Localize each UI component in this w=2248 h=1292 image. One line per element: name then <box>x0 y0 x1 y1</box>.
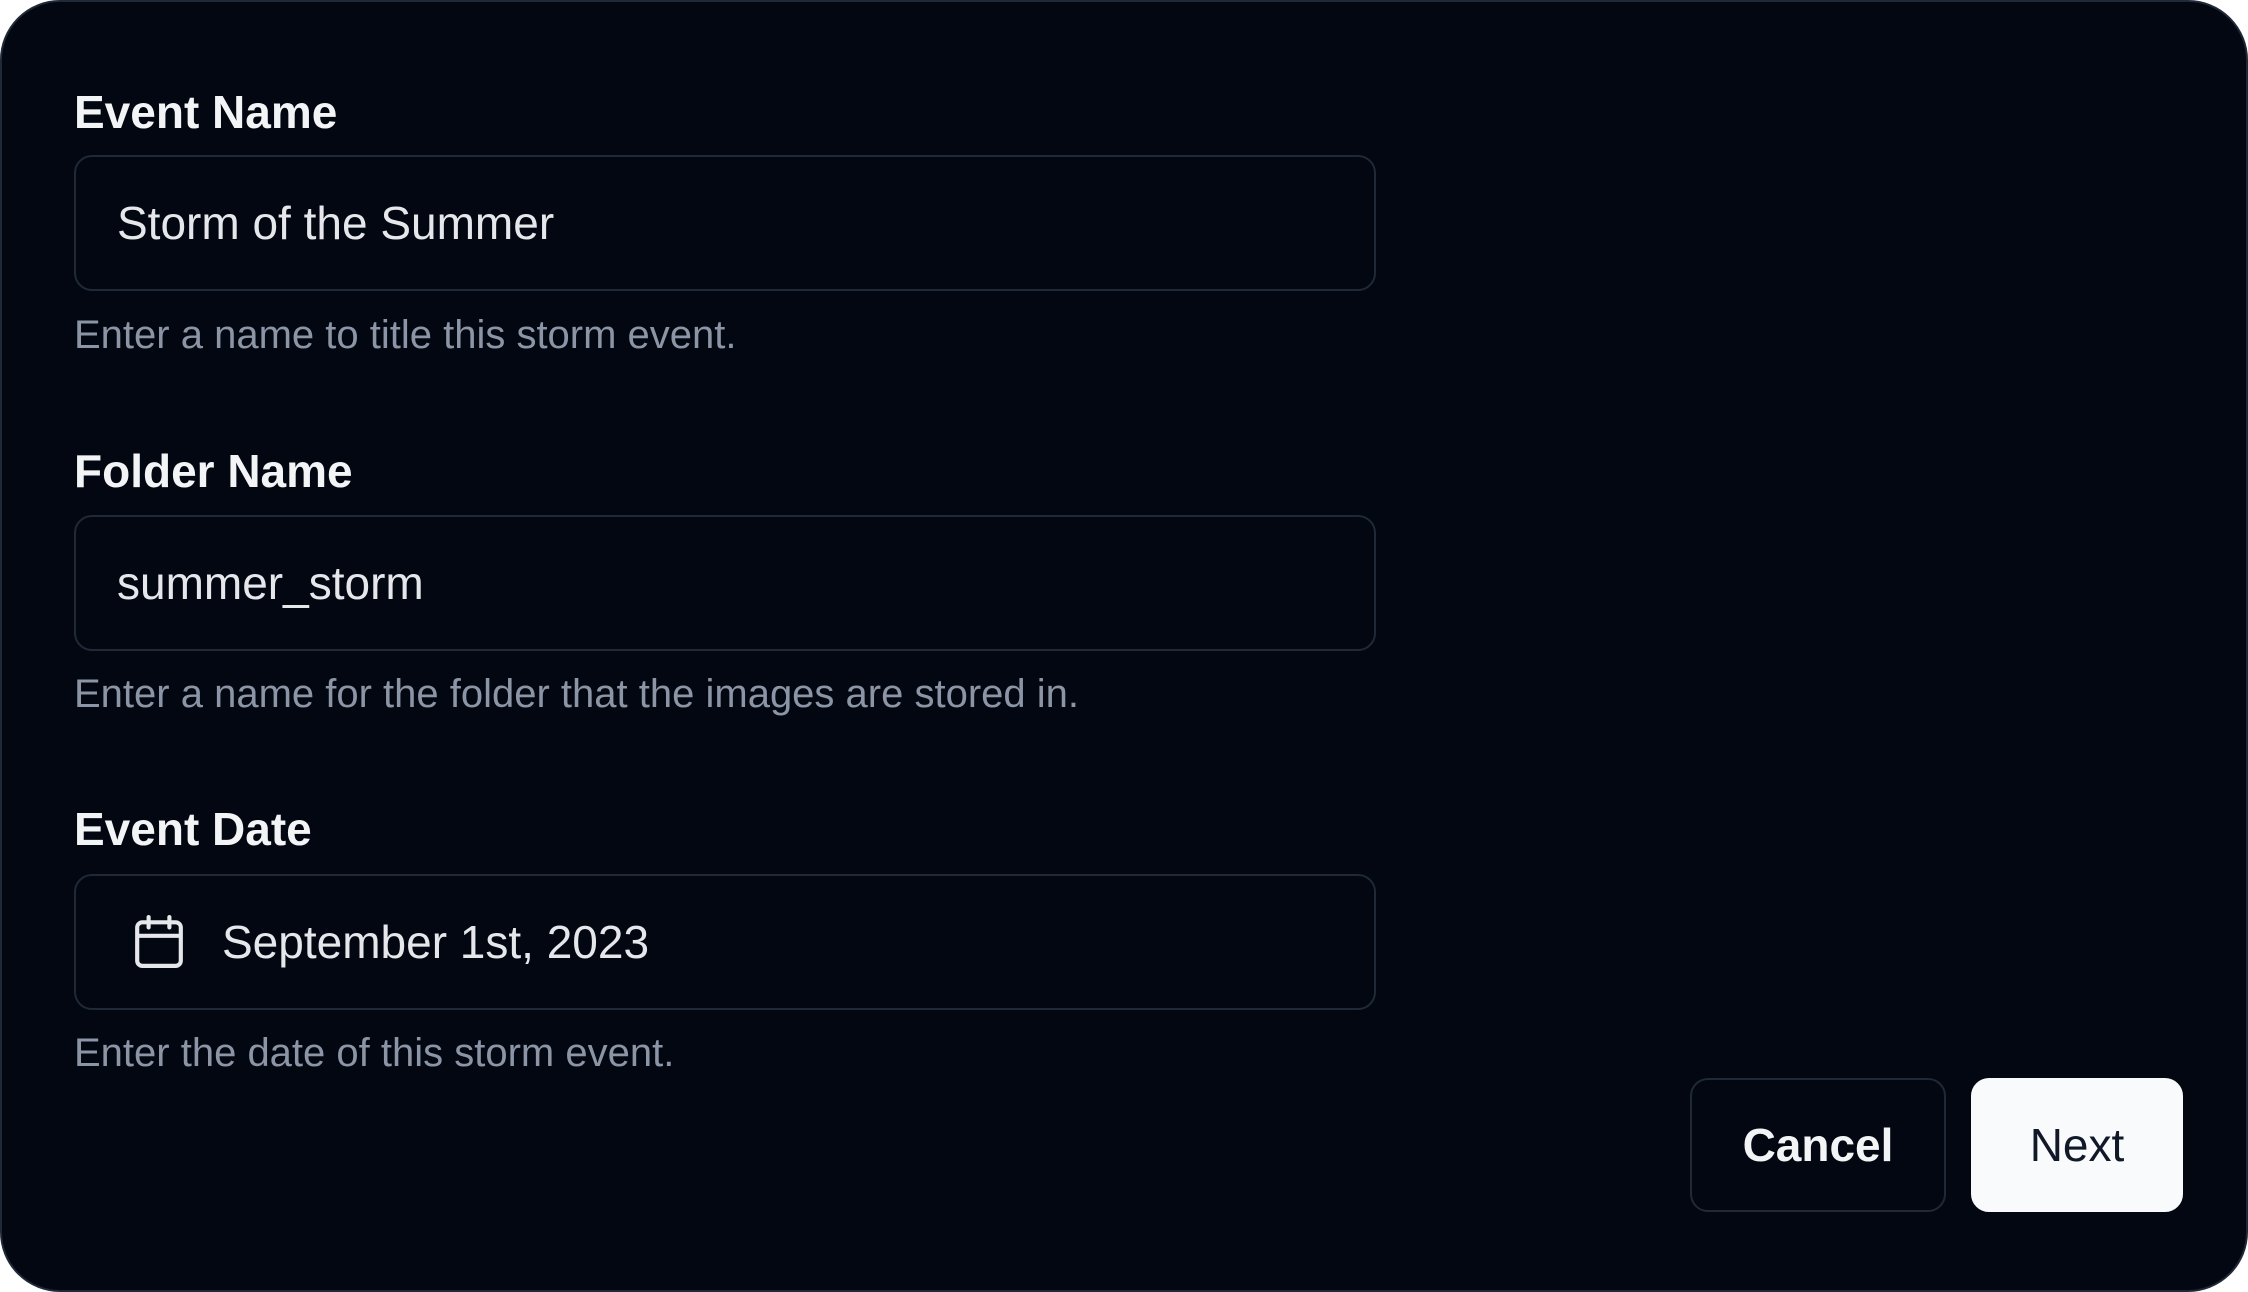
event-name-input[interactable] <box>117 196 1374 250</box>
cancel-button[interactable]: Cancel <box>1690 1078 1946 1212</box>
event-date-help-text: Enter the date of this storm event. <box>74 1031 675 1075</box>
folder-name-field-box <box>74 515 1376 651</box>
event-date-value: September 1st, 2023 <box>222 916 650 968</box>
event-name-label: Event Name <box>74 86 338 138</box>
event-date-label: Event Date <box>74 803 312 855</box>
next-button[interactable]: Next <box>1971 1078 2183 1212</box>
folder-name-label: Folder Name <box>74 445 353 497</box>
storm-event-form-dialog: Event Name Enter a name to title this st… <box>0 0 2248 1292</box>
folder-name-input[interactable] <box>117 556 1374 610</box>
event-name-field-box <box>74 155 1376 291</box>
calendar-icon <box>135 915 183 968</box>
folder-name-help-text: Enter a name for the folder that the ima… <box>74 672 1079 716</box>
event-name-help-text: Enter a name to title this storm event. <box>74 313 737 357</box>
event-date-picker-button[interactable]: September 1st, 2023 <box>74 874 1376 1010</box>
